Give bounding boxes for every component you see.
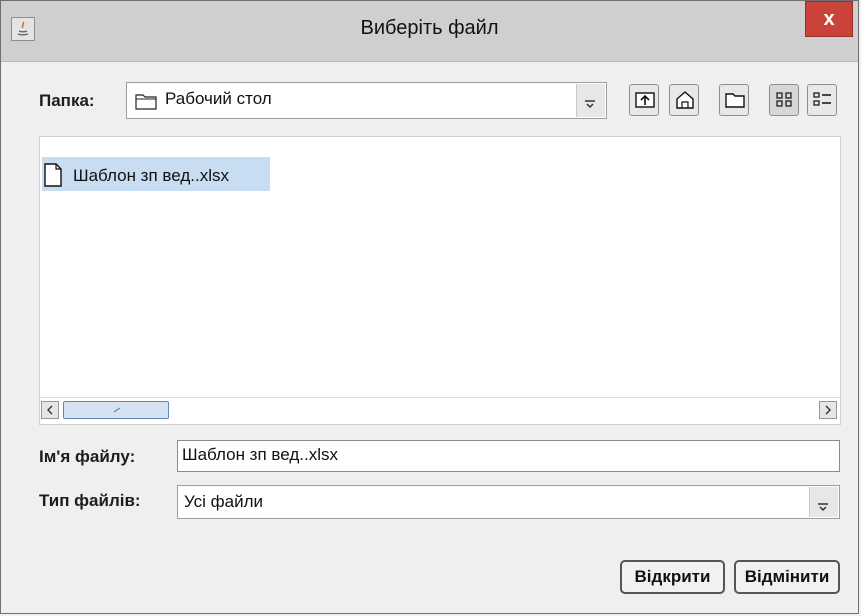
grip-icon <box>113 407 121 413</box>
horizontal-scrollbar[interactable] <box>40 397 840 424</box>
file-name-label: Ім'я файлу: <box>39 447 136 466</box>
details-view-icon <box>813 92 831 106</box>
file-list[interactable]: Шаблон зп вед..xlsx <box>39 136 841 425</box>
scroll-right-button[interactable] <box>819 401 837 419</box>
open-button[interactable]: Відкрити <box>620 560 725 594</box>
file-icon <box>44 163 62 187</box>
scroll-thumb[interactable] <box>63 401 169 419</box>
file-type-dropdown-arrow[interactable] <box>809 487 838 517</box>
folder-value: Рабочий стол <box>165 89 272 108</box>
file-list-item[interactable]: Шаблон зп вед..xlsx <box>42 157 270 191</box>
file-chooser-dialog: Виберіть файл x Папка: Рабочий стол Шабл… <box>0 0 859 614</box>
cancel-button[interactable]: Відмінити <box>734 560 840 594</box>
file-type-value: Усі файли <box>184 492 264 511</box>
folder-label: Папка: <box>39 91 95 110</box>
folder-icon <box>135 94 157 110</box>
list-view-button[interactable] <box>769 84 799 116</box>
new-folder-button[interactable] <box>719 84 749 116</box>
close-button[interactable]: x <box>805 1 853 37</box>
chevron-down-icon <box>584 96 596 109</box>
file-name-value: Шаблон зп вед..xlsx <box>182 445 338 464</box>
file-name-text: Шаблон зп вед..xlsx <box>73 166 229 185</box>
title-bar[interactable]: Виберіть файл x <box>1 1 858 62</box>
up-one-level-icon <box>635 92 655 108</box>
chevron-down-icon <box>817 499 829 512</box>
folder-select[interactable]: Рабочий стол <box>126 82 607 119</box>
new-folder-icon <box>725 93 745 108</box>
home-button[interactable] <box>669 84 699 116</box>
chevron-right-icon <box>825 405 831 415</box>
dialog-title: Виберіть файл <box>360 17 499 39</box>
file-type-label: Тип файлів: <box>39 491 141 510</box>
details-view-button[interactable] <box>807 84 837 116</box>
chevron-left-icon <box>47 405 53 415</box>
up-one-level-button[interactable] <box>629 84 659 116</box>
list-view-icon <box>776 92 792 107</box>
folder-dropdown-arrow[interactable] <box>576 84 605 117</box>
file-type-select[interactable]: Усі файли <box>177 485 840 519</box>
file-name-input[interactable]: Шаблон зп вед..xlsx <box>177 440 840 472</box>
scroll-left-button[interactable] <box>41 401 59 419</box>
home-icon <box>676 91 694 109</box>
